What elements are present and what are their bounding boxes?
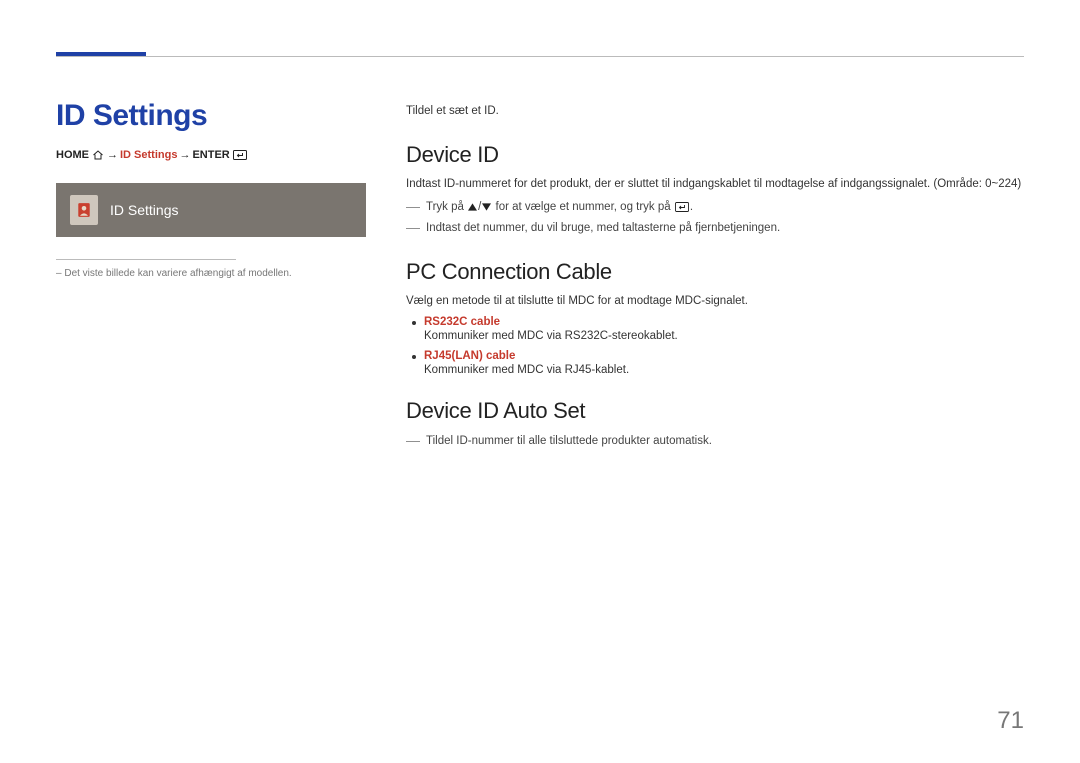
breadcrumb-home: HOME (56, 149, 89, 161)
top-rule (56, 56, 1024, 57)
device-id-tip-2: ― Indtast det nummer, du vil bruge, med … (406, 219, 1024, 237)
left-column: ID Settings HOME → ID Settings → ENTER (56, 79, 366, 452)
breadcrumb: HOME → ID Settings → ENTER (56, 149, 366, 161)
auto-set-tip: ― Tildel ID-nummer til alle tilsluttede … (406, 432, 1024, 450)
ui-mock-panel: ID Settings (56, 183, 366, 237)
device-id-tip-1: ― Tryk på / for at vælge et nummer, og t… (406, 198, 1024, 216)
page-number: 71 (997, 707, 1024, 735)
page-title: ID Settings (56, 99, 366, 133)
option-rs232c-title: RS232C cable (424, 316, 1024, 328)
enter-icon (675, 202, 689, 212)
option-rs232c: RS232C cable Kommuniker med MDC via RS23… (424, 316, 1024, 342)
option-rs232c-desc: Kommuniker med MDC via RS232C-stereokabl… (424, 330, 1024, 342)
home-icon (92, 150, 104, 160)
breadcrumb-arrow-2: → (179, 149, 190, 161)
enter-icon (233, 150, 247, 160)
option-rj45-desc: Kommuniker med MDC via RJ45-kablet. (424, 364, 1024, 376)
option-rj45: RJ45(LAN) cable Kommuniker med MDC via R… (424, 350, 1024, 376)
model-variance-caption: – Det viste billede kan variere afhængig… (56, 268, 366, 279)
device-id-desc: Indtast ID-nummeret for det produkt, der… (406, 176, 1024, 193)
accent-bar (56, 52, 146, 56)
breadcrumb-current: ID Settings (120, 149, 177, 161)
right-column: Tildel et sæt et ID. Device ID Indtast I… (406, 79, 1024, 452)
caption-separator (56, 259, 236, 260)
section-auto-set-heading: Device ID Auto Set (406, 398, 1024, 424)
option-rj45-title: RJ45(LAN) cable (424, 350, 1024, 362)
ui-mock-label: ID Settings (110, 202, 178, 218)
section-device-id-heading: Device ID (406, 142, 1024, 168)
intro-text: Tildel et sæt et ID. (406, 103, 1024, 120)
pc-cable-desc: Vælg en metode til at tilslutte til MDC … (406, 293, 1024, 310)
section-pc-cable-heading: PC Connection Cable (406, 259, 1024, 285)
breadcrumb-arrow-1: → (107, 149, 118, 161)
id-card-icon (70, 195, 98, 225)
up-triangle-icon (468, 203, 477, 211)
down-triangle-icon (482, 203, 491, 211)
breadcrumb-enter: ENTER (192, 149, 229, 161)
